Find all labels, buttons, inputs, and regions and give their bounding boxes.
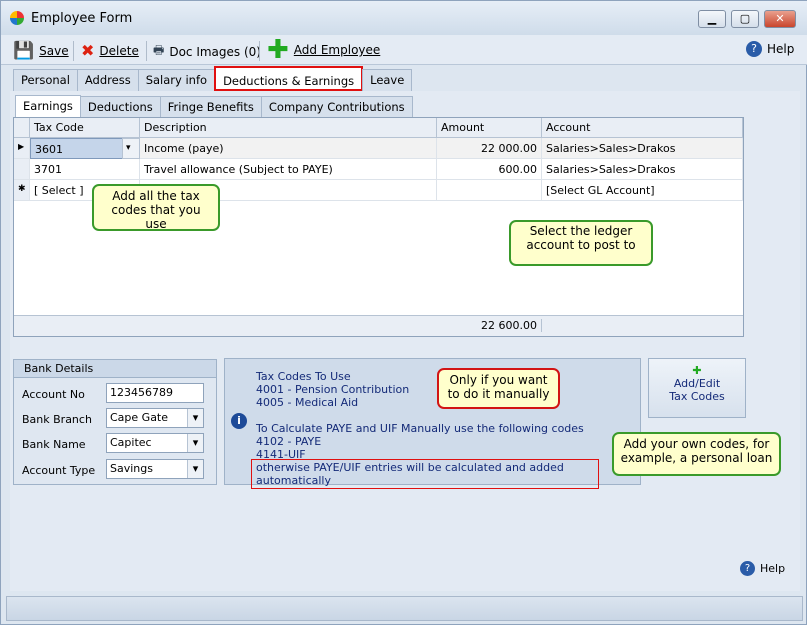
toolbar: 💾 Save ✖ Delete 🖶 Doc Images (0) ✚ Add Emplo… [1,35,807,65]
plus-icon: ✚ [267,35,289,65]
bank-name-label: Bank Name [22,438,86,451]
delete-icon: ✖ [81,41,95,60]
account-type-select[interactable]: Savings [106,459,204,479]
subtab-company-contributions[interactable]: Company Contributions [260,96,413,118]
account-cell[interactable]: Salaries>Sales>Drakos [542,138,743,159]
new-amount-cell[interactable] [437,180,542,201]
amount-total: 22 600.00 [437,319,542,332]
amount-cell[interactable]: 600.00 [437,159,542,180]
add-employee-button[interactable]: ✚ Add Employee [267,35,380,65]
status-bar [6,596,803,621]
help-icon: ? [746,41,762,57]
description-cell[interactable]: Travel allowance (Subject to PAYE) [140,159,437,180]
subtab-fringe-benefits[interactable]: Fringe Benefits [159,96,262,118]
scanner-icon: 🖶 [153,43,165,57]
app-logo-icon [10,11,24,25]
col-amount[interactable]: Amount [437,118,542,138]
save-button[interactable]: 💾 Save [13,41,69,61]
employee-form-window: Employee Form ▁ ▢ ✕ 💾 Save ✖ Delete 🖶 Doc I… [0,0,807,625]
bank-details-title: Bank Details [14,360,216,378]
col-description[interactable]: Description [140,118,437,138]
bank-branch-label: Bank Branch [22,413,92,426]
account-type-label: Account Type [22,464,96,477]
description-cell[interactable]: Income (paye) [140,138,437,159]
help-button[interactable]: ? Help [746,41,794,57]
tax-code-cell[interactable]: 3701 [30,159,140,180]
tab-personal[interactable]: Personal [13,69,78,91]
account-cell[interactable]: Salaries>Sales>Drakos [542,159,743,180]
tab-salary-info[interactable]: Salary info [137,69,216,91]
col-tax-code[interactable]: Tax Code [30,118,140,138]
main-tabs: Personal Address Salary info Deductions … [13,66,413,91]
callout-tax-codes: Add all the tax codes that you use [92,184,220,231]
callout-manual: Only if you want to do it manually [437,368,560,409]
bank-name-select[interactable]: Capitec [106,433,204,453]
auto-calc-note: otherwise PAYE/UIF entries will be calcu… [251,459,599,489]
delete-button[interactable]: ✖ Delete [81,41,139,60]
help-link-bottom[interactable]: ? Help [740,561,785,576]
sub-tabs: Earnings Deductions Fringe Benefits Comp… [15,95,413,118]
row-indicator: ▶ [14,138,30,159]
tab-leave[interactable]: Leave [362,69,413,91]
doc-images-button[interactable]: 🖶 Doc Images (0) [153,41,261,62]
tab-deductions-earnings[interactable]: Deductions & Earnings [214,66,364,91]
account-no-label: Account No [22,388,85,401]
grid-footer: 22 600.00 [14,315,743,336]
help-icon: ? [740,561,755,576]
bank-branch-select[interactable]: Cape Gate [106,408,204,428]
new-row-icon: ✱ [14,180,30,201]
tab-address[interactable]: Address [76,69,139,91]
subtab-deductions[interactable]: Deductions [79,96,161,118]
maximize-button[interactable]: ▢ [731,10,759,28]
add-icon: ✚ [692,364,702,377]
bank-details-group: Bank Details Account No 123456789 Bank B… [13,359,217,485]
tax-info-panel: i Tax Codes To Use 4001 - Pension Contri… [224,358,641,489]
tax-code-dropdown-icon[interactable]: ▾ [122,138,140,159]
window-title: Employee Form [31,11,133,26]
amount-cell[interactable]: 22 000.00 [437,138,542,159]
info-icon: i [231,413,247,429]
col-account[interactable]: Account [542,118,743,138]
callout-own-codes: Add your own codes, for example, a perso… [612,432,781,476]
account-no-input[interactable]: 123456789 [106,383,204,403]
save-icon: 💾 [13,41,35,61]
subtab-earnings[interactable]: Earnings [15,95,81,117]
add-edit-tax-codes-button[interactable]: ✚ Add/Edit Tax Codes [648,358,746,418]
title-bar: Employee Form ▁ ▢ ✕ [1,1,807,35]
close-button[interactable]: ✕ [764,10,796,28]
callout-ledger: Select the ledger account to post to [509,220,653,266]
new-account-cell[interactable]: [Select GL Account] [542,180,743,201]
minimize-button[interactable]: ▁ [698,10,726,28]
